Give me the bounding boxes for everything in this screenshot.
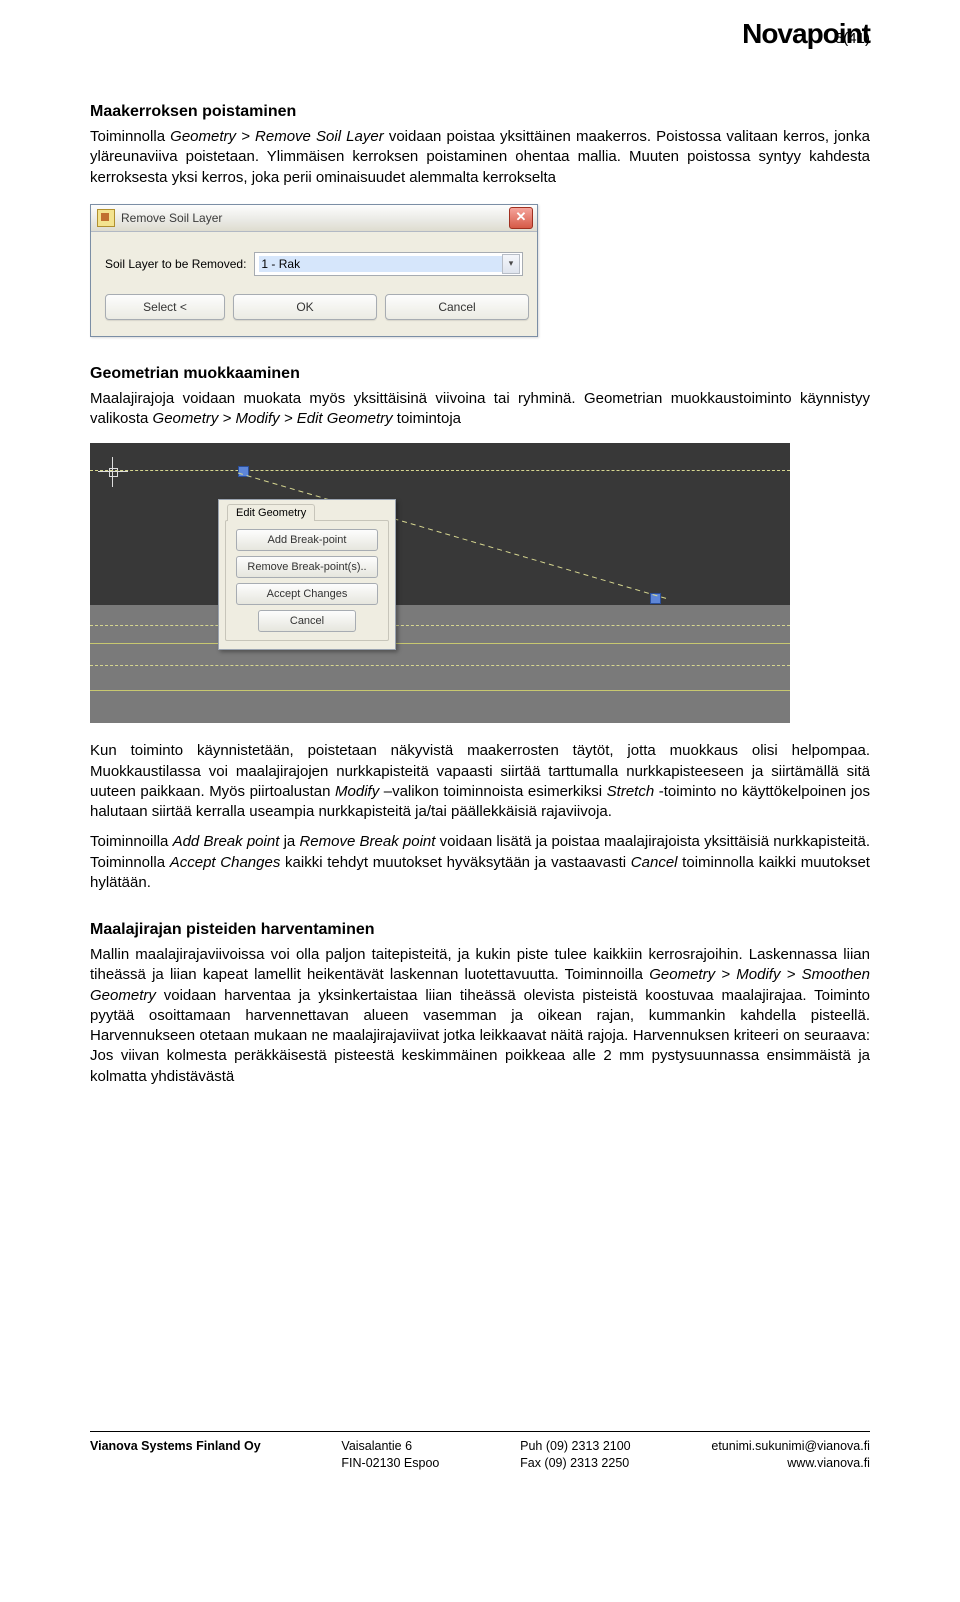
cancel-button[interactable]: Cancel	[385, 294, 529, 320]
footer-address: Vaisalantie 6 FIN-02130 Espoo	[341, 1438, 439, 1472]
select-button[interactable]: Select <	[105, 294, 225, 320]
section3-title: Maalajirajan pisteiden harventaminen	[90, 921, 870, 939]
header-right: 5(41) Novapoint	[742, 18, 870, 50]
section2-para1: Maalajirajoja voidaan muokata myös yksit…	[90, 389, 870, 430]
page-number: 5(41)	[835, 30, 870, 47]
ok-button[interactable]: OK	[233, 294, 377, 320]
soil-layer-combo[interactable]: 1 - Rak ▾	[254, 252, 523, 276]
section2-title: Geometrian muokkaaminen	[90, 365, 870, 383]
remove-break-point-button[interactable]: Remove Break-point(s)..	[236, 556, 378, 578]
chevron-down-icon[interactable]: ▾	[502, 254, 520, 274]
cad-screenshot: Edit Geometry Add Break-point Remove Bre…	[90, 443, 790, 723]
remove-soil-layer-dialog: Remove Soil Layer ✕ Soil Layer to be Rem…	[90, 204, 538, 337]
section1-title: Maakerroksen poistaminen	[90, 103, 870, 121]
dialog-title: Remove Soil Layer	[121, 211, 509, 225]
combo-value: 1 - Rak	[259, 256, 502, 272]
soil-layer-label: Soil Layer to be Removed:	[105, 257, 246, 271]
footer-company: Vianova Systems Finland Oy	[90, 1438, 261, 1472]
dialog-titlebar: Remove Soil Layer ✕	[91, 205, 537, 232]
section2-para3: Toiminnoilla Add Break point ja Remove B…	[90, 832, 870, 893]
section3-para: Mallin maalajirajaviivoissa voi olla pal…	[90, 945, 870, 1087]
edit-geometry-dialog: Edit Geometry Add Break-point Remove Bre…	[218, 499, 396, 650]
add-break-point-button[interactable]: Add Break-point	[236, 529, 378, 551]
cancel-edit-button[interactable]: Cancel	[258, 610, 356, 632]
section1-para: Toiminnolla Geometry > Remove Soil Layer…	[90, 127, 870, 188]
section2-para2: Kun toiminto käynnistetään, poistetaan n…	[90, 741, 870, 822]
footer: Vianova Systems Finland Oy Vaisalantie 6…	[90, 1431, 870, 1472]
close-icon[interactable]: ✕	[509, 207, 533, 229]
footer-phone: Puh (09) 2313 2100 Fax (09) 2313 2250	[520, 1438, 631, 1472]
footer-email: etunimi.sukunimi@vianova.fi www.vianova.…	[711, 1438, 870, 1472]
accept-changes-button[interactable]: Accept Changes	[236, 583, 378, 605]
crosshair-cursor-icon	[98, 457, 128, 487]
dialog-icon	[97, 209, 115, 227]
edit-geometry-tab[interactable]: Edit Geometry	[227, 504, 315, 521]
